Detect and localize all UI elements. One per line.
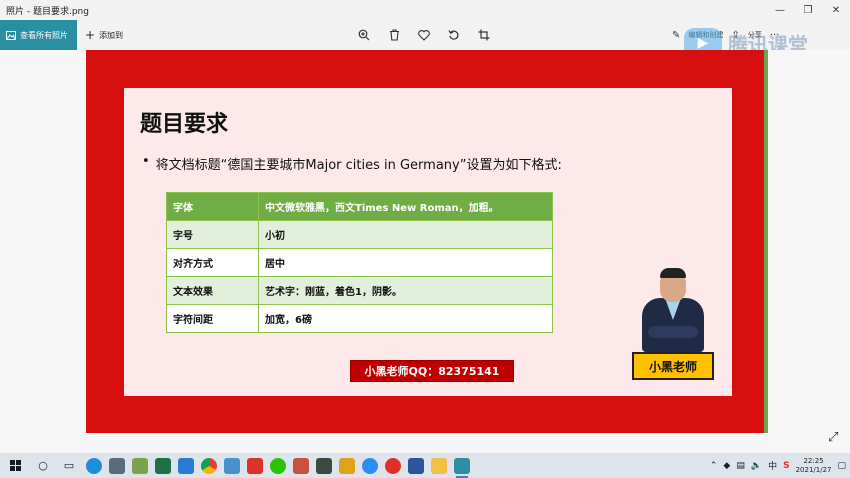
slide-content: 题目要求 • 将文档标题“德国主要城市Major cities in Germa… — [124, 88, 732, 396]
favorite-heart-icon[interactable] — [416, 27, 432, 43]
table-cell-label: 字号 — [166, 220, 259, 249]
start-button[interactable] — [0, 453, 30, 478]
fullscreen-expand-icon[interactable]: ⤢ — [828, 430, 838, 445]
star-app-icon[interactable] — [178, 457, 194, 474]
teacher-photo — [638, 268, 708, 352]
view-all-label: 查看所有照片 — [20, 30, 68, 40]
toolbar-actions — [356, 20, 492, 50]
bullet-dot-icon: • — [142, 154, 150, 169]
crop-icon[interactable] — [476, 27, 492, 43]
edit-create-label[interactable]: 编辑和创建 — [688, 30, 723, 40]
tray-volume-icon[interactable]: 🔈 — [751, 461, 762, 471]
table-row: 字号 小初 — [166, 220, 553, 249]
windows-logo-icon — [9, 460, 21, 471]
tray-s-icon[interactable]: S — [783, 461, 789, 471]
sublime-app-icon[interactable] — [316, 457, 332, 474]
window-title: 照片 - 题目要求.png — [6, 6, 89, 17]
share-label[interactable]: 分享 — [748, 30, 762, 40]
format-requirements-table: 字体 中文微软雅黑，西文Times New Roman，加粗。 字号 小初 对齐… — [166, 192, 553, 333]
add-to-label: 添加到 — [99, 30, 124, 40]
delete-icon[interactable] — [386, 27, 402, 43]
clock-date: 2021/1/27 — [795, 465, 832, 474]
add-to-button[interactable]: + 添加到 — [85, 28, 123, 42]
plus-icon: + — [85, 28, 96, 42]
scissors-app-icon[interactable] — [247, 457, 263, 474]
teacher-name-badge: 小黑老师 — [632, 352, 714, 380]
photos-toolbar: 查看所有照片 + 添加到 ✎ 编辑和创建 ⇪ 分享 ··· ▶ 腾讯课堂 — [0, 20, 850, 58]
system-tray: ⌃ ◆ ▤ 🔈 中 S 22:25 2021/1/27 ▢ — [710, 453, 850, 478]
table-cell-value: 中文微软雅黑，西文Times New Roman，加粗。 — [258, 192, 553, 221]
media-app-icon[interactable] — [293, 457, 309, 474]
slide-bullet: • 将文档标题“德国主要城市Major cities in Germany”设置… — [142, 154, 562, 173]
folder-app-icon[interactable] — [431, 457, 447, 474]
edit-create-icon[interactable]: ✎ — [672, 30, 680, 41]
restore-button[interactable]: ❐ — [794, 0, 822, 20]
title-bar: 照片 - 题目要求.png — ❐ ✕ — [0, 0, 850, 20]
close-button[interactable]: ✕ — [822, 0, 850, 20]
slide-title: 题目要求 — [140, 111, 229, 137]
task-view-icon[interactable]: ▭ — [56, 453, 82, 478]
qq-search-app-icon[interactable] — [362, 457, 378, 474]
clock-time: 22:25 — [803, 456, 824, 465]
puzzle-app-icon[interactable] — [339, 457, 355, 474]
table-row: 文本效果 艺术字：刚蓝，着色1，阴影。 — [166, 276, 553, 305]
slide-green-edge — [764, 50, 768, 433]
view-all-photos-button[interactable]: 查看所有照片 — [0, 20, 77, 50]
taskbar-search-icon[interactable]: ○ — [30, 453, 56, 478]
tray-network-icon[interactable]: ▤ — [736, 461, 745, 471]
edge-browser-icon[interactable] — [86, 457, 102, 474]
table-cell-value: 居中 — [258, 248, 553, 277]
photos-icon — [6, 30, 16, 40]
table-cell-label: 文本效果 — [166, 276, 259, 305]
minimize-button[interactable]: — — [766, 0, 794, 20]
table-cell-label: 字符间距 — [166, 304, 259, 333]
share-icon[interactable]: ⇪ — [731, 30, 739, 41]
tray-ime-indicator[interactable]: 中 — [768, 459, 777, 472]
windows-taskbar: ○ ▭ ⌃ ◆ ▤ 🔈 中 S 22:25 2021/1/27 ▢ — [0, 453, 850, 478]
table-row: 字符间距 加宽，6磅 — [166, 304, 553, 333]
word-app-icon[interactable] — [408, 457, 424, 474]
more-options-button[interactable]: ··· — [770, 30, 780, 41]
wechat-icon[interactable] — [270, 457, 286, 474]
photos-app-icon[interactable] — [454, 457, 470, 478]
taskbar-clock[interactable]: 22:25 2021/1/27 — [796, 457, 832, 475]
table-cell-label: 字体 — [166, 192, 259, 221]
table-cell-value: 小初 — [258, 220, 553, 249]
spreadsheet-app-icon[interactable] — [155, 457, 171, 474]
zoom-in-icon[interactable] — [356, 27, 372, 43]
notification-center-icon[interactable]: ▢ — [837, 461, 846, 471]
table-row: 对齐方式 居中 — [166, 248, 553, 277]
chrome-browser-icon[interactable] — [201, 457, 217, 474]
notes-app-icon[interactable] — [132, 457, 148, 474]
teacher-hair — [660, 268, 686, 278]
rotate-icon[interactable] — [446, 27, 462, 43]
tray-shield-icon[interactable]: ◆ — [723, 461, 730, 471]
taskbar-apps — [86, 457, 470, 478]
bullet-text: 将文档标题“德国主要城市Major cities in Germany”设置为如… — [155, 158, 562, 173]
qq-contact-banner: 小黑老师QQ：82375141 — [350, 360, 514, 382]
network-app-icon[interactable] — [224, 457, 240, 474]
window-controls: — ❐ ✕ — [766, 0, 850, 20]
table-cell-label: 对齐方式 — [166, 248, 259, 277]
tray-chevron-up-icon[interactable]: ⌃ — [710, 461, 718, 471]
slide-red-frame: 题目要求 • 将文档标题“德国主要城市Major cities in Germa… — [86, 50, 766, 433]
netease-music-icon[interactable] — [385, 457, 401, 474]
teacher-crossed-arms — [648, 326, 698, 338]
photo-viewer: 题目要求 • 将文档标题“德国主要城市Major cities in Germa… — [0, 50, 850, 453]
toolbar-right: ✎ 编辑和创建 ⇪ 分享 ··· — [672, 20, 779, 50]
table-cell-value: 加宽，6磅 — [258, 304, 553, 333]
table-cell-value: 艺术字：刚蓝，着色1，阴影。 — [258, 276, 553, 305]
table-row: 字体 中文微软雅黑，西文Times New Roman，加粗。 — [166, 192, 553, 221]
monitor-app-icon[interactable] — [109, 457, 125, 474]
